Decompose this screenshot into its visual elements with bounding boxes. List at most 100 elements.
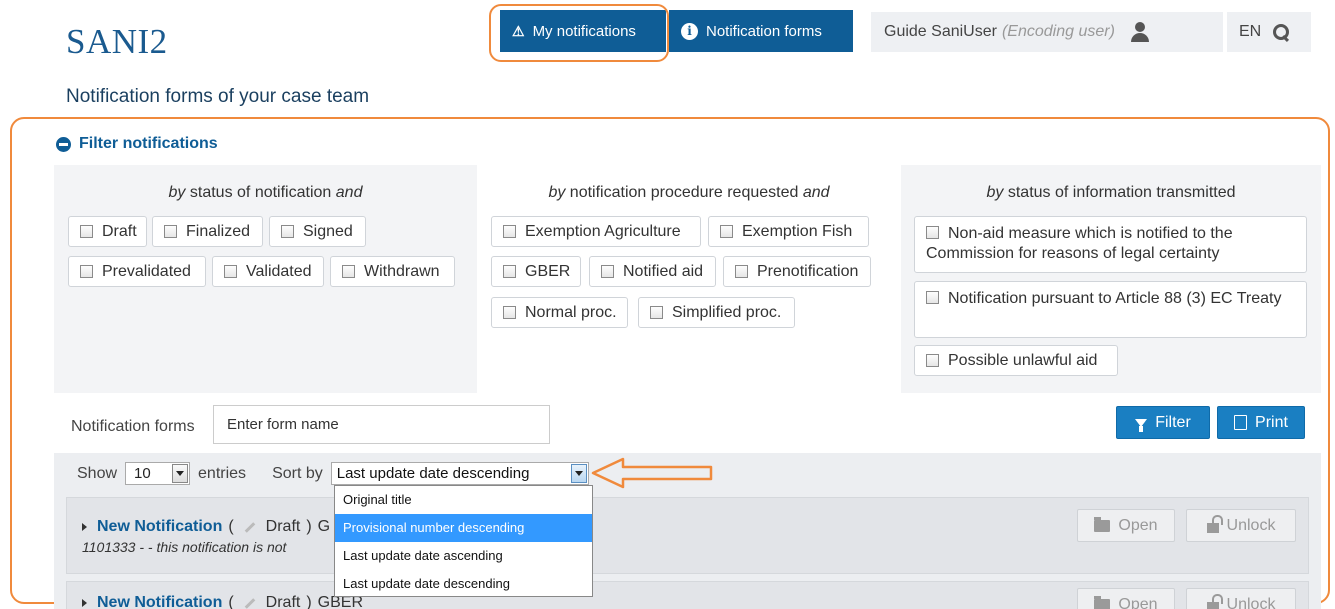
pencil-icon <box>244 521 255 533</box>
checkbox-box[interactable] <box>926 354 939 367</box>
checkbox-possible-unlawful-aid[interactable]: Possible unlawful aid <box>914 345 1118 376</box>
checkbox-article-88[interactable]: Notification pursuant to Article 88 (3) … <box>914 281 1307 338</box>
notification-forms-label: Notification forms <box>706 22 822 40</box>
chevron-down-icon <box>574 471 583 476</box>
checkbox-finalized[interactable]: Finalized <box>152 216 263 247</box>
entries-select[interactable]: 10 <box>125 462 191 485</box>
checkbox-non-aid-measure[interactable]: Non-aid measure which is notified to the… <box>914 216 1307 273</box>
sort-option-provisional-number-desc[interactable]: Provisional number descending <box>335 514 592 542</box>
user-role: (Encoding user) <box>1001 23 1115 40</box>
pdf-icon <box>1234 415 1248 430</box>
list-controls: Show 10 entries Sort by Last update date… <box>77 462 589 485</box>
expand-caret-icon[interactable] <box>82 523 87 531</box>
open-button[interactable]: Open <box>1077 588 1175 609</box>
app-logo[interactable]: SANI2 <box>66 22 168 62</box>
expand-caret-icon[interactable] <box>82 599 87 607</box>
checkbox-box[interactable] <box>80 225 93 238</box>
checkbox-box[interactable] <box>503 306 516 319</box>
card-title[interactable]: New Notification ( Draft) GBER <box>82 594 363 609</box>
status-close-paren: ) <box>306 594 312 609</box>
sort-option-last-update-asc[interactable]: Last update date ascending <box>335 542 592 570</box>
filter-panel: by status of notification and Draft Fina… <box>54 165 1321 393</box>
dropdown-button[interactable] <box>172 464 189 483</box>
filter-column-title: by notification procedure requested and <box>548 184 830 201</box>
checkbox-exemption-fish[interactable]: Exemption Fish <box>708 216 869 247</box>
notification-status: Draft <box>265 594 301 609</box>
chevron-down-icon <box>176 471 185 476</box>
search-icon[interactable] <box>1273 24 1290 40</box>
language-selector[interactable]: EN <box>1239 23 1261 41</box>
checkbox-withdrawn[interactable]: Withdrawn <box>330 256 455 287</box>
print-button-label: Print <box>1255 413 1288 431</box>
user-menu[interactable]: Guide SaniUser (Encoding user) <box>871 12 1223 52</box>
notification-title[interactable]: New Notification <box>97 594 222 609</box>
unlock-label: Unlock <box>1226 516 1276 534</box>
annotation-highlight-box <box>489 4 669 62</box>
checkbox-box[interactable] <box>224 265 237 278</box>
sort-dropdown-list: Original title Provisional number descen… <box>334 485 593 597</box>
checkbox-notified-aid[interactable]: Notified aid <box>589 256 716 287</box>
checkbox-simplified-proc[interactable]: Simplified proc. <box>638 297 795 328</box>
unlock-button[interactable]: Unlock <box>1186 588 1296 609</box>
filter-column-procedure: by notification procedure requested and … <box>477 165 901 393</box>
checkbox-exemption-agriculture[interactable]: Exemption Agriculture <box>491 216 701 247</box>
checkbox-box[interactable] <box>281 225 294 238</box>
entries-value: 10 <box>134 465 151 482</box>
form-name-input[interactable] <box>213 405 550 444</box>
checkbox-validated[interactable]: Validated <box>212 256 324 287</box>
sort-option-original-title[interactable]: Original title <box>335 486 592 514</box>
filter-toggle[interactable]: Filter notifications <box>56 135 218 153</box>
checkbox-box[interactable] <box>601 265 614 278</box>
open-button[interactable]: Open <box>1077 509 1175 542</box>
checkbox-gber[interactable]: GBER <box>491 256 581 287</box>
entries-label: entries <box>198 464 247 482</box>
notification-forms-label: Notification forms <box>71 418 195 435</box>
page-title: Notification forms of your case team <box>66 86 370 107</box>
checkbox-prenotification[interactable]: Prenotification <box>723 256 871 287</box>
status-close-paren: ) <box>306 518 312 535</box>
checkbox-box[interactable] <box>926 291 939 304</box>
checkbox-box[interactable] <box>503 225 516 238</box>
unlock-button[interactable]: Unlock <box>1186 509 1296 542</box>
checkbox-label: Draft <box>102 222 137 240</box>
filter-column-status: by status of notification and Draft Fina… <box>54 165 477 393</box>
checkbox-box[interactable] <box>342 265 355 278</box>
notification-procedure: G <box>317 518 331 535</box>
checkbox-normal-proc[interactable]: Normal proc. <box>491 297 628 328</box>
annotation-arrow-icon <box>591 457 713 489</box>
funnel-icon <box>1135 418 1148 432</box>
filter-heading: Filter notifications <box>79 135 218 152</box>
checkbox-label: Finalized <box>186 222 251 240</box>
checkbox-label: Withdrawn <box>364 262 440 280</box>
dropdown-button[interactable] <box>570 464 587 483</box>
checkbox-box[interactable] <box>503 265 516 278</box>
filter-button[interactable]: Filter <box>1116 406 1210 439</box>
checkbox-box[interactable] <box>164 225 177 238</box>
notification-title[interactable]: New Notification <box>97 518 222 536</box>
checkbox-box[interactable] <box>720 225 733 238</box>
pencil-icon <box>244 597 255 609</box>
open-label: Open <box>1118 516 1158 534</box>
checkbox-label: Normal proc. <box>525 303 617 321</box>
checkbox-prevalidated[interactable]: Prevalidated <box>68 256 206 287</box>
user-icon <box>1130 22 1149 42</box>
status-open-paren: ( <box>228 594 234 609</box>
checkbox-label: Signed <box>303 222 353 240</box>
checkbox-box[interactable] <box>650 306 663 319</box>
unlock-icon <box>1206 515 1223 533</box>
checkbox-box[interactable] <box>735 265 748 278</box>
checkbox-label: Exemption Fish <box>742 222 853 240</box>
notification-forms-button[interactable]: i Notification forms <box>669 10 853 52</box>
notification-card[interactable]: New Notification ( Draft) GBER Open Unlo… <box>66 581 1309 609</box>
print-button[interactable]: Print <box>1217 406 1305 439</box>
checkbox-draft[interactable]: Draft <box>68 216 147 247</box>
checkbox-signed[interactable]: Signed <box>269 216 366 247</box>
sort-option-last-update-desc[interactable]: Last update date descending <box>335 570 592 598</box>
checkbox-box[interactable] <box>80 265 93 278</box>
sort-value: Last update date descending <box>336 465 530 482</box>
notification-card[interactable]: New Notification ( Draft) G 1101333 - - … <box>66 497 1309 574</box>
checkbox-box[interactable] <box>926 226 939 239</box>
notification-description: 1101333 - - this notification is not <box>82 539 287 555</box>
card-title[interactable]: New Notification ( Draft) G <box>82 518 330 536</box>
sort-select[interactable]: Last update date descending <box>330 462 589 485</box>
